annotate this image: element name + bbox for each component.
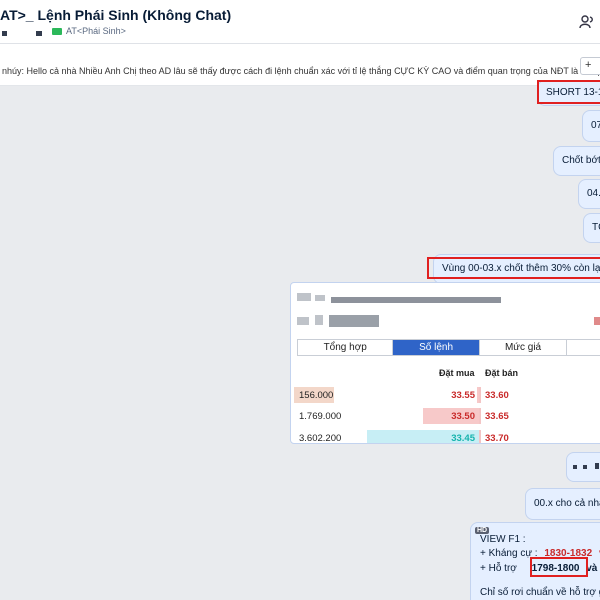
message-bubble[interactable] [566,452,600,482]
avatar-pixel [595,463,599,469]
tab-summary[interactable]: Tổng hợp [298,340,394,355]
tab-order-count[interactable]: Số lệnh [393,340,480,355]
separator [479,430,481,443]
message-text: 00.x cho cả nhà [534,498,600,509]
group-tag[interactable]: AT<Phái Sinh> [66,26,126,36]
buy-price: 33.55 [451,390,475,401]
message-text: Chốt bớt [562,155,600,166]
orderbook-row: 156.000 33.55 33.60 [291,385,600,405]
tab-more[interactable]: T [567,340,600,355]
message-bubble[interactable]: 07 [582,110,600,142]
tab-price-level[interactable]: Mức giá [480,340,568,355]
separator [479,408,481,424]
message-text: 07 [591,120,600,131]
buy-price: 33.45 [451,433,475,444]
pinned-message-bar[interactable]: nhúy: Hello cả nhà Nhiều Anh Chị theo AD… [0,44,600,86]
message-text: 04. [587,188,600,199]
support-label: + Hỗ trợ [480,563,517,574]
orderbook-tabs: Tổng hợp Số lệnh Mức giá T [297,339,600,356]
message-bubble[interactable]: 00.x cho cả nhà [525,488,600,520]
expand-pinned-button[interactable]: + [580,57,600,75]
avatar-pixel [583,465,587,469]
blurred-text [329,315,379,327]
view-title: VIEW F1 : [480,534,526,545]
message-bubble[interactable]: TC [583,213,600,243]
message-text: TC [592,222,600,233]
sell-price: 33.65 [485,411,509,422]
sell-price: 33.70 [485,433,509,444]
hd-badge: HD [475,527,490,534]
tag-icon [52,28,62,35]
sell-price: 33.60 [485,390,509,401]
message-bubble[interactable]: 04. [578,179,600,209]
blurred-text [315,295,325,301]
highlight-box [537,80,600,104]
blurred-text [315,315,323,325]
member-avatar-pixel [2,31,7,36]
members-icon[interactable] [578,13,596,31]
volume-value: 156.000 [299,390,334,401]
view-footer: Chỉ số rơi chuẩn về hỗ trợ gi [480,587,600,598]
separator [479,387,481,403]
member-avatar-pixel [36,31,42,36]
orderbook-screenshot[interactable]: Tổng hợp Số lệnh Mức giá T Đặt mua Đặt b… [290,282,600,444]
blurred-text [297,293,311,301]
volume-value: 3.602.200 [299,433,342,444]
avatar-pixel [573,465,577,469]
message-bubble[interactable]: Chốt bớt [553,146,600,176]
header-buy: Đặt mua [439,368,475,378]
blurred-text [297,317,309,325]
pinned-message-text: nhúy: Hello cả nhà Nhiều Anh Chị theo AD… [2,66,600,76]
resistance-label: + Kháng cự : [480,548,538,559]
header-sell: Đặt bán [485,368,519,378]
orderbook-row: 3.602.200 33.45 33.70 [291,428,600,444]
highlight-box [530,557,588,577]
chat-header: AT>_ Lệnh Phái Sinh (Không Chat) AT<Phái… [0,0,600,44]
orderbook-row: 1.769.000 33.50 33.65 [291,406,600,426]
highlight-box [427,257,600,279]
blurred-text [594,317,600,325]
blurred-text [331,297,501,303]
volume-value: 1.769.000 [299,411,342,422]
group-title[interactable]: AT>_ Lệnh Phái Sinh (Không Chat) [0,7,231,23]
buy-price: 33.50 [451,411,475,422]
